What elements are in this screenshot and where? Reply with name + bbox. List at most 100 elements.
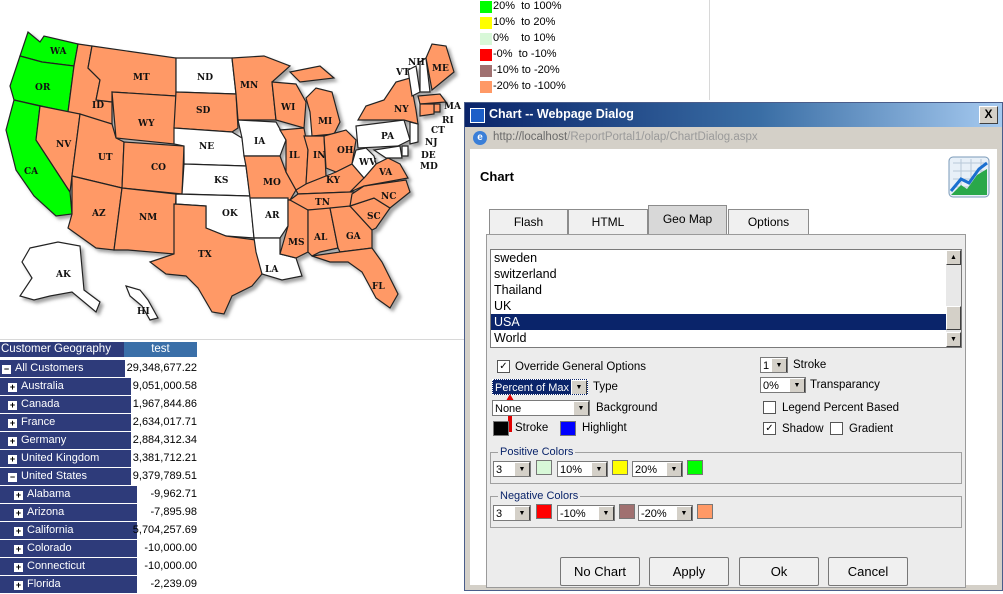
row-header[interactable]: + Connecticut: [0, 558, 137, 575]
legend-percent-checkbox[interactable]: [763, 401, 776, 414]
gradient-label: Gradient: [849, 423, 894, 435]
gradient-checkbox[interactable]: [830, 422, 843, 435]
negative-threshold-2-select[interactable]: -20% ▼: [638, 505, 693, 521]
listbox-scrollbar[interactable]: ▲ ▼: [946, 250, 961, 347]
close-button[interactable]: X: [979, 106, 998, 124]
collapse-toggle[interactable]: −: [2, 365, 11, 374]
legend-swatch: [480, 49, 492, 61]
legend-label: 20% to 100%: [493, 0, 562, 12]
expand-toggle[interactable]: +: [8, 401, 17, 410]
row-header[interactable]: + Germany: [0, 432, 131, 449]
row-header[interactable]: + Florida: [0, 576, 137, 593]
negative-color-swatch-1[interactable]: [536, 504, 552, 519]
transparency-select[interactable]: 0% ▼: [760, 377, 806, 393]
stroke-color-swatch[interactable]: [493, 421, 509, 436]
ok-button[interactable]: Ok: [739, 557, 819, 586]
dialog-titlebar[interactable]: Chart -- Webpage Dialog X: [465, 103, 1002, 127]
positive-threshold-2-select[interactable]: 20% ▼: [632, 461, 683, 477]
dropdown-arrow-icon[interactable]: ▼: [598, 506, 614, 520]
row-value: 2,634,017.71: [132, 416, 197, 428]
positive-color-swatch-2[interactable]: [612, 460, 628, 475]
list-item[interactable]: UK: [491, 298, 961, 314]
legend-swatch: [480, 65, 492, 77]
tab-flash[interactable]: Flash: [489, 209, 568, 234]
expand-toggle[interactable]: +: [8, 383, 17, 392]
collapse-toggle[interactable]: −: [8, 473, 17, 482]
label-tn: TN: [315, 198, 330, 208]
dropdown-arrow-icon[interactable]: ▼: [666, 462, 682, 476]
row-header[interactable]: + Colorado: [0, 540, 137, 557]
negative-color-swatch-3[interactable]: [697, 504, 713, 519]
cancel-button[interactable]: Cancel: [828, 557, 908, 586]
row-header[interactable]: + California: [0, 522, 137, 539]
usa-geo-map: WA OR CA ID NV MT WY UT AZ CO NM ND SD N…: [5, 30, 462, 321]
tab-options[interactable]: Options: [728, 209, 809, 234]
no-chart-button[interactable]: No Chart: [560, 557, 640, 586]
row-label: United States: [21, 470, 88, 482]
expand-toggle[interactable]: +: [14, 581, 23, 590]
tab-geo-map[interactable]: Geo Map: [648, 205, 727, 235]
legend-divider: [709, 0, 710, 100]
highlight-color-swatch[interactable]: [560, 421, 576, 436]
grid-header-measure[interactable]: test: [124, 342, 197, 357]
dropdown-arrow-icon[interactable]: ▼: [789, 378, 805, 392]
list-item-selected[interactable]: USA: [491, 314, 946, 330]
positive-color-swatch-3[interactable]: [687, 460, 703, 475]
expand-toggle[interactable]: +: [14, 491, 23, 500]
row-value: -7,895.98: [150, 506, 197, 518]
negative-count-value: 3: [496, 508, 503, 520]
list-item[interactable]: World: [491, 330, 961, 346]
list-item[interactable]: sweden: [491, 250, 961, 266]
negative-count-select[interactable]: 3 ▼: [493, 505, 531, 521]
list-item[interactable]: Thailand: [491, 282, 961, 298]
positive-color-swatch-1[interactable]: [536, 460, 552, 475]
dropdown-arrow-icon[interactable]: ▼: [573, 401, 589, 415]
row-header[interactable]: + France: [0, 414, 131, 431]
row-header[interactable]: + Alabama: [0, 486, 137, 503]
label-ct: CT: [431, 126, 445, 136]
negative-threshold-1-select[interactable]: -10% ▼: [557, 505, 615, 521]
label-nj: NJ: [425, 138, 438, 148]
scroll-up-arrow-icon[interactable]: ▲: [946, 250, 961, 265]
positive-threshold-1-select[interactable]: 10% ▼: [557, 461, 608, 477]
background-select[interactable]: None ▼: [492, 400, 590, 416]
legend-swatch: [480, 17, 492, 29]
stroke-width-select[interactable]: 1 ▼: [760, 357, 788, 373]
state-ri: [433, 103, 441, 113]
row-header[interactable]: + United Kingdom: [0, 450, 131, 467]
scroll-down-arrow-icon[interactable]: ▼: [946, 332, 961, 347]
dropdown-arrow-icon[interactable]: ▼: [514, 462, 530, 476]
row-header[interactable]: − All Customers: [0, 360, 125, 377]
expand-toggle[interactable]: +: [14, 545, 23, 554]
row-header[interactable]: − United States: [0, 468, 131, 485]
expand-toggle[interactable]: +: [14, 563, 23, 572]
dropdown-arrow-icon[interactable]: ▼: [771, 358, 787, 372]
row-header[interactable]: + Australia: [0, 378, 131, 395]
dropdown-arrow-icon[interactable]: ▼: [571, 380, 587, 394]
negative-color-swatch-2[interactable]: [619, 504, 635, 519]
state-wy: [111, 91, 177, 145]
grid-header-dimension[interactable]: Customer Geography: [0, 342, 124, 357]
dropdown-arrow-icon[interactable]: ▼: [676, 506, 692, 520]
expand-toggle[interactable]: +: [8, 437, 17, 446]
override-checkbox[interactable]: ✓: [497, 360, 510, 373]
label-id: ID: [92, 101, 104, 111]
expand-toggle[interactable]: +: [8, 455, 17, 464]
map-listbox[interactable]: sweden switzerland Thailand UK USA World…: [490, 249, 962, 348]
legend-swatch: [480, 81, 492, 93]
dropdown-arrow-icon[interactable]: ▼: [514, 506, 530, 520]
shadow-checkbox[interactable]: ✓: [763, 422, 776, 435]
tab-html[interactable]: HTML: [568, 209, 648, 234]
list-item[interactable]: switzerland: [491, 266, 961, 282]
scroll-thumb[interactable]: [946, 306, 961, 330]
label-tx: TX: [198, 250, 212, 260]
dropdown-arrow-icon[interactable]: ▼: [591, 462, 607, 476]
apply-button[interactable]: Apply: [649, 557, 729, 586]
expand-toggle[interactable]: +: [8, 419, 17, 428]
expand-toggle[interactable]: +: [14, 509, 23, 518]
positive-count-select[interactable]: 3 ▼: [493, 461, 531, 477]
label-me: ME: [432, 64, 449, 74]
row-header[interactable]: + Canada: [0, 396, 131, 413]
expand-toggle[interactable]: +: [14, 527, 23, 536]
row-header[interactable]: + Arizona: [0, 504, 137, 521]
